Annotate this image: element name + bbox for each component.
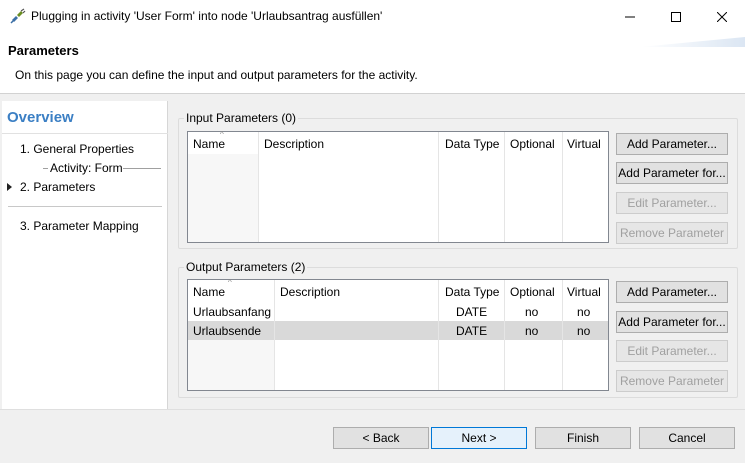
page-description: On this page you can define the input an…	[15, 68, 418, 82]
column-header-description[interactable]: Description	[264, 137, 324, 151]
back-button[interactable]: < Back	[333, 427, 429, 449]
next-button[interactable]: Next >	[431, 427, 527, 449]
column-header-description[interactable]: Description	[280, 285, 340, 299]
header-banner-graphic	[640, 37, 745, 47]
nav-divider	[8, 206, 162, 207]
close-icon	[717, 11, 727, 22]
nav-item-parameters[interactable]: 2. Parameters	[20, 180, 95, 194]
close-button[interactable]	[699, 0, 745, 33]
plug-icon	[10, 8, 26, 24]
finish-button[interactable]: Finish	[535, 427, 631, 449]
column-header-name[interactable]: Name	[193, 137, 225, 151]
column-divider	[562, 280, 563, 390]
input-add-parameter-for-button[interactable]: Add Parameter for...	[616, 162, 728, 184]
cell-data-type: DATE	[456, 305, 488, 319]
cell-name: Urlaubsende	[193, 324, 262, 338]
input-remove-parameter-button[interactable]: Remove Parameter	[616, 222, 728, 244]
column-divider	[258, 132, 259, 242]
name-column-shade	[188, 154, 258, 242]
name-column-shade	[188, 340, 274, 390]
input-parameters-label: Input Parameters (0)	[184, 111, 299, 125]
column-divider	[504, 280, 505, 390]
output-add-parameter-button[interactable]: Add Parameter...	[616, 281, 728, 303]
column-divider	[504, 132, 505, 242]
maximize-icon	[671, 11, 681, 22]
output-remove-parameter-button[interactable]: Remove Parameter	[616, 370, 728, 392]
cancel-button[interactable]: Cancel	[639, 427, 735, 449]
nav-item-general-properties[interactable]: 1. General Properties	[20, 142, 134, 156]
cell-optional: no	[525, 324, 539, 338]
input-add-parameter-button[interactable]: Add Parameter...	[616, 133, 728, 155]
column-header-virtual[interactable]: Virtual	[567, 285, 601, 299]
current-step-arrow-icon	[7, 183, 12, 191]
cell-name: Urlaubsanfang	[193, 305, 272, 319]
input-edit-parameter-button[interactable]: Edit Parameter...	[616, 192, 728, 214]
cell-virtual: no	[577, 305, 591, 319]
nav-title: Overview	[7, 109, 74, 126]
maximize-button[interactable]	[653, 0, 699, 33]
minimize-button[interactable]	[607, 0, 653, 33]
output-edit-parameter-button[interactable]: Edit Parameter...	[616, 340, 728, 362]
column-divider	[562, 132, 563, 242]
cell-data-type: DATE	[456, 324, 488, 338]
cell-virtual: no	[577, 324, 591, 338]
column-divider	[274, 280, 275, 390]
page-title: Parameters	[8, 43, 79, 58]
nav-title-divider	[2, 133, 168, 134]
column-header-optional[interactable]: Optional	[510, 285, 555, 299]
column-header-optional[interactable]: Optional	[510, 137, 555, 151]
nav-sublabel-line	[123, 168, 161, 169]
column-divider	[438, 132, 439, 242]
window-title: Plugging in activity 'User Form' into no…	[31, 9, 383, 23]
cell-optional: no	[525, 305, 539, 319]
output-add-parameter-for-button[interactable]: Add Parameter for...	[616, 311, 728, 333]
nav-sublabel-activity: Activity: Form	[50, 161, 123, 175]
column-header-name[interactable]: Name	[193, 285, 225, 299]
column-header-data-type[interactable]: Data Type	[445, 137, 499, 151]
sort-caret-icon: ^	[228, 278, 232, 287]
nav-sublabel-line	[43, 168, 48, 169]
column-header-virtual[interactable]: Virtual	[567, 137, 601, 151]
output-parameters-label: Output Parameters (2)	[184, 260, 308, 274]
column-header-data-type[interactable]: Data Type	[445, 285, 499, 299]
column-divider	[438, 280, 439, 390]
nav-item-parameter-mapping[interactable]: 3. Parameter Mapping	[20, 219, 139, 233]
minimize-icon	[625, 16, 635, 17]
